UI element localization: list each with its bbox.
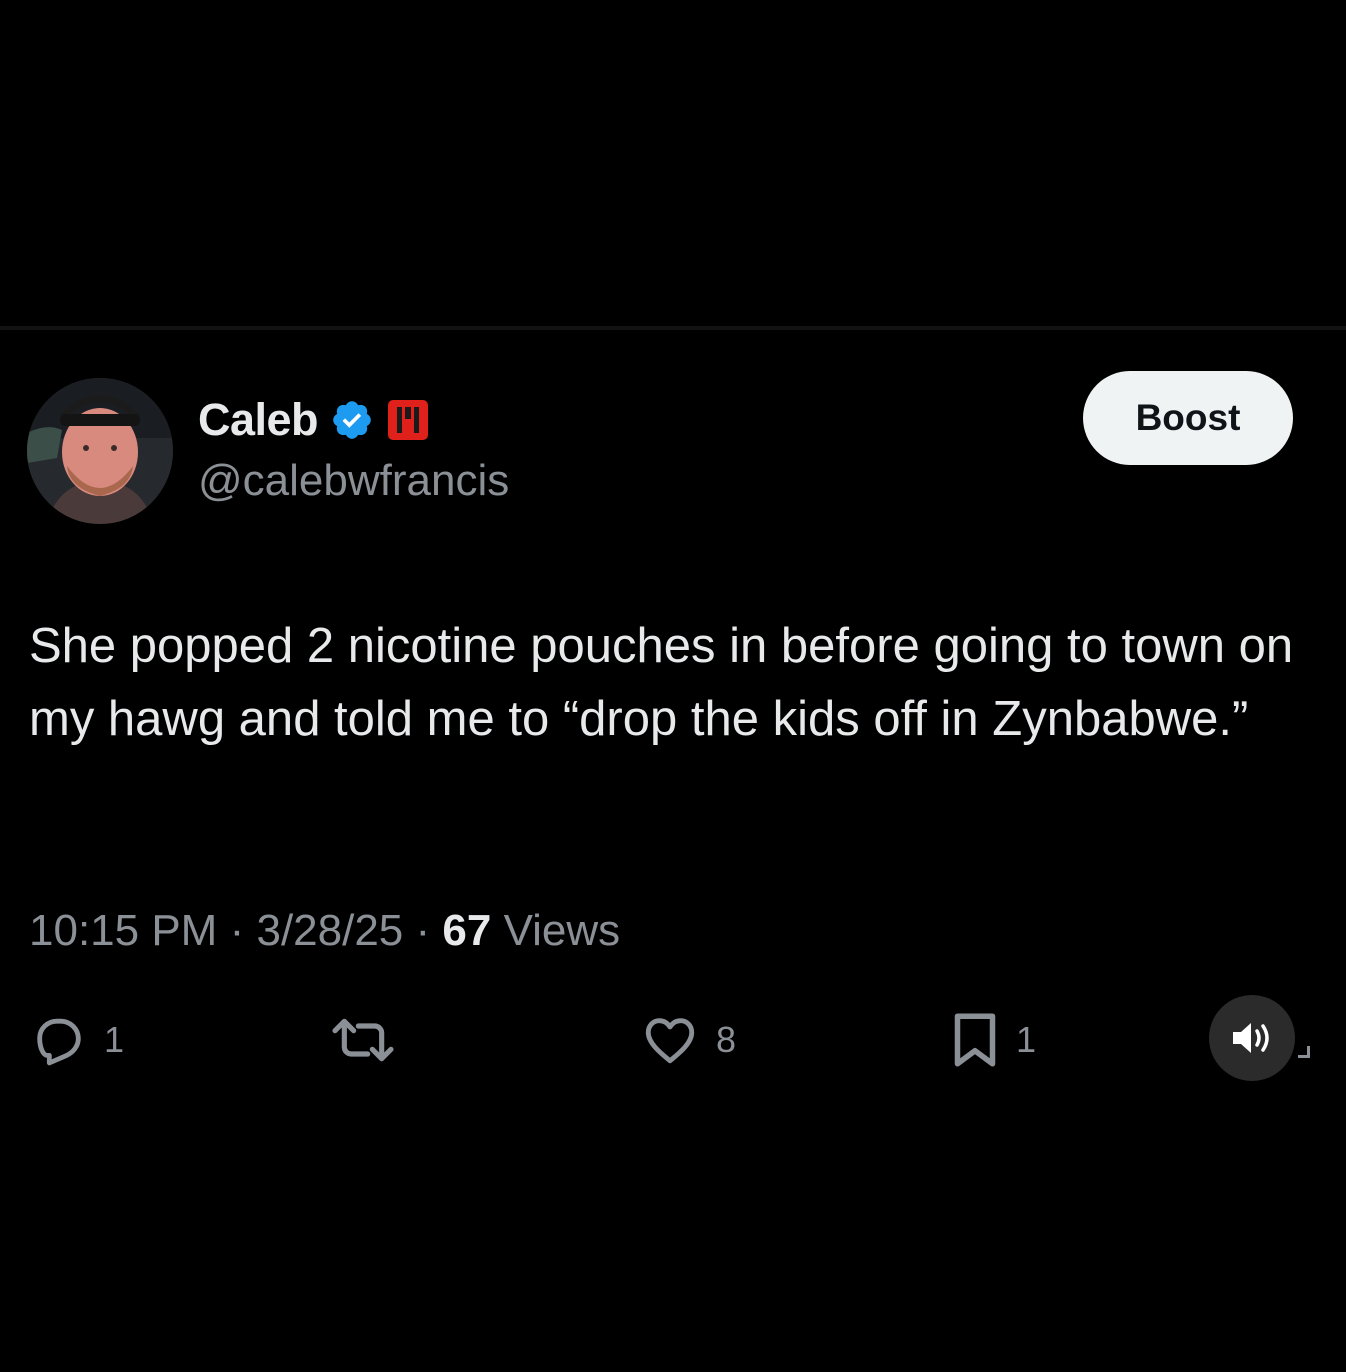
avatar[interactable] xyxy=(27,378,173,524)
boost-button[interactable]: Boost xyxy=(1083,371,1293,465)
views-count: 67 xyxy=(442,906,492,955)
speaker-icon xyxy=(1233,1023,1269,1053)
retweet-icon xyxy=(332,1018,394,1062)
reply-icon xyxy=(37,1018,81,1066)
meta-separator: · xyxy=(229,906,245,955)
verified-badge-icon xyxy=(333,401,371,439)
meta-separator: · xyxy=(415,906,431,955)
like-button[interactable]: 8 xyxy=(640,1005,736,1075)
tweet-meta: 10:15 PM · 3/28/25 · 67 Views xyxy=(29,906,620,956)
reply-count: 1 xyxy=(104,1019,125,1060)
like-count: 8 xyxy=(716,1019,737,1060)
bookmark-icon xyxy=(954,1013,996,1067)
retweet-button[interactable] xyxy=(328,1005,414,1075)
author-display-name[interactable]: Caleb xyxy=(198,394,319,446)
tweet-date[interactable]: 3/28/25 xyxy=(256,906,403,955)
bookmark-count: 1 xyxy=(1016,1019,1037,1060)
action-bar: 1 8 1 xyxy=(0,1005,1346,1075)
sound-toggle-button[interactable] xyxy=(1209,995,1295,1081)
views-label: Views xyxy=(503,906,621,955)
bookmark-button[interactable]: 1 xyxy=(950,1005,1036,1075)
heart-icon xyxy=(645,1018,695,1064)
affiliate-badge-icon xyxy=(388,400,429,440)
profile-photo xyxy=(27,378,173,524)
tweet-time[interactable]: 10:15 PM xyxy=(29,906,217,955)
tweet-text: She popped 2 nicotine pouches in before … xyxy=(29,619,1294,746)
top-divider xyxy=(0,326,1346,330)
corner-mark xyxy=(1298,1046,1310,1058)
author-handle[interactable]: @calebwfrancis xyxy=(198,456,509,506)
reply-button[interactable]: 1 xyxy=(30,1005,124,1075)
author-name-row: Caleb xyxy=(198,392,430,448)
